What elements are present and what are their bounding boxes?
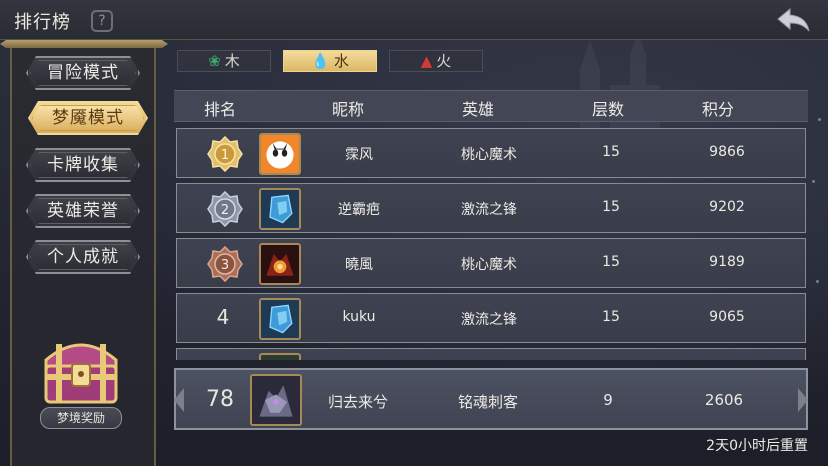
player-name: 霂风 xyxy=(345,147,373,163)
hero-name: 激流之锋 xyxy=(461,202,517,218)
table-row[interactable]: 1 霂风 桃心魔术 15 9866 xyxy=(176,128,806,178)
menu-hero-honor[interactable]: 英雄荣誉 xyxy=(26,194,140,228)
floor-value: 15 xyxy=(602,254,620,270)
back-arrow-icon[interactable] xyxy=(776,6,812,34)
score-value: 2606 xyxy=(704,391,744,409)
table-row[interactable]: 2 逆霸疤 激流之锋 15 9202 xyxy=(176,183,806,233)
leaf-icon: ❀ xyxy=(208,52,221,70)
menu-nightmare-mode[interactable]: 梦魇模式 xyxy=(28,101,148,135)
menu-item-label: 英雄荣誉 xyxy=(47,201,119,221)
player-name: 曉風 xyxy=(345,257,373,273)
top-bar: 排行榜 ? xyxy=(0,0,828,40)
tab-wood[interactable]: ❀ 木 xyxy=(177,50,271,72)
table-row-partial[interactable] xyxy=(176,348,806,360)
menu-adventure-mode[interactable]: 冒险模式 xyxy=(26,56,140,90)
table-header: 排名 昵称 英雄 层数 积分 xyxy=(174,90,808,122)
star-decoration xyxy=(818,118,821,121)
table-row[interactable]: 3 曉風 桃心魔术 15 9189 xyxy=(176,238,806,288)
menu-personal-achievement[interactable]: 个人成就 xyxy=(26,240,140,274)
player-name: 逆霸疤 xyxy=(338,202,380,218)
table-row[interactable]: 4 kuku 激流之锋 15 9065 xyxy=(176,293,806,343)
avatar[interactable] xyxy=(259,188,301,230)
column-header-hero: 英雄 xyxy=(461,100,495,119)
help-icon[interactable]: ? xyxy=(91,10,113,32)
tab-fire[interactable]: ▲ 火 xyxy=(389,50,483,72)
column-header-nickname: 昵称 xyxy=(331,100,365,119)
avatar xyxy=(259,353,301,360)
hero-name: 桃心魔术 xyxy=(461,257,517,273)
menu-top-ornament xyxy=(0,40,168,48)
hero-name: 激流之锋 xyxy=(461,312,517,328)
column-header-score: 积分 xyxy=(701,100,735,119)
ranking-list[interactable]: 1 霂风 桃心魔术 15 9866 2 逆霸疤 激流之锋 15 9202 3 曉… xyxy=(174,124,808,360)
star-decoration xyxy=(812,180,815,183)
bronze-medal-icon: 3 xyxy=(207,246,243,282)
column-header-rank: 排名 xyxy=(203,100,237,119)
column-header-floor: 层数 xyxy=(591,100,625,119)
menu-item-label: 卡牌收集 xyxy=(47,155,119,175)
menu-card-collection[interactable]: 卡牌收集 xyxy=(26,148,140,182)
floor-value: 15 xyxy=(602,144,620,160)
menu-item-label: 个人成就 xyxy=(47,247,119,267)
avatar[interactable] xyxy=(259,298,301,340)
my-rank-number: 78 xyxy=(206,387,234,412)
silver-medal-icon: 2 xyxy=(207,191,243,227)
menu-item-label: 冒险模式 xyxy=(47,63,119,83)
page-title: 排行榜 xyxy=(14,12,71,33)
menu-item-label: 梦魇模式 xyxy=(52,108,124,128)
svg-text:2: 2 xyxy=(221,203,229,218)
water-drop-icon: 💧 xyxy=(311,52,330,70)
hero-name: 铭魂刺客 xyxy=(457,393,519,411)
row-left-ornament xyxy=(174,388,184,412)
floor-value: 15 xyxy=(602,309,620,325)
floor-value: 9 xyxy=(603,391,613,409)
reset-timer: 2天0小时后重置 xyxy=(706,438,808,454)
dream-reward-label[interactable]: 梦境奖励 xyxy=(40,407,122,429)
score-value: 9189 xyxy=(709,254,745,270)
avatar[interactable] xyxy=(259,133,301,175)
score-value: 9202 xyxy=(709,199,745,215)
hero-name: 桃心魔术 xyxy=(461,147,517,163)
svg-text:3: 3 xyxy=(221,258,229,273)
treasure-chest-icon[interactable] xyxy=(38,330,124,408)
star-decoration xyxy=(816,280,819,283)
score-value: 9866 xyxy=(709,144,745,160)
svg-text:1: 1 xyxy=(221,148,229,163)
rank-number: 4 xyxy=(216,305,230,329)
floor-value: 15 xyxy=(602,199,620,215)
gold-medal-icon: 1 xyxy=(207,136,243,172)
leaderboard-screen: 排行榜 ? 冒险模式 梦魇模式 卡牌收集 英雄荣誉 个人成就 梦境奖励 ❀ 木 💧… xyxy=(0,0,828,466)
my-ranking-row[interactable]: 78 归去来兮 铭魂刺客 9 2606 xyxy=(174,368,808,430)
avatar[interactable] xyxy=(250,374,302,426)
row-right-ornament xyxy=(798,388,808,412)
player-name: 归去来兮 xyxy=(327,393,389,411)
avatar[interactable] xyxy=(259,243,301,285)
score-value: 9065 xyxy=(709,309,745,325)
tab-water[interactable]: 💧 水 xyxy=(283,50,377,72)
fire-icon: ▲ xyxy=(420,52,433,70)
player-name: kuku xyxy=(342,309,376,325)
